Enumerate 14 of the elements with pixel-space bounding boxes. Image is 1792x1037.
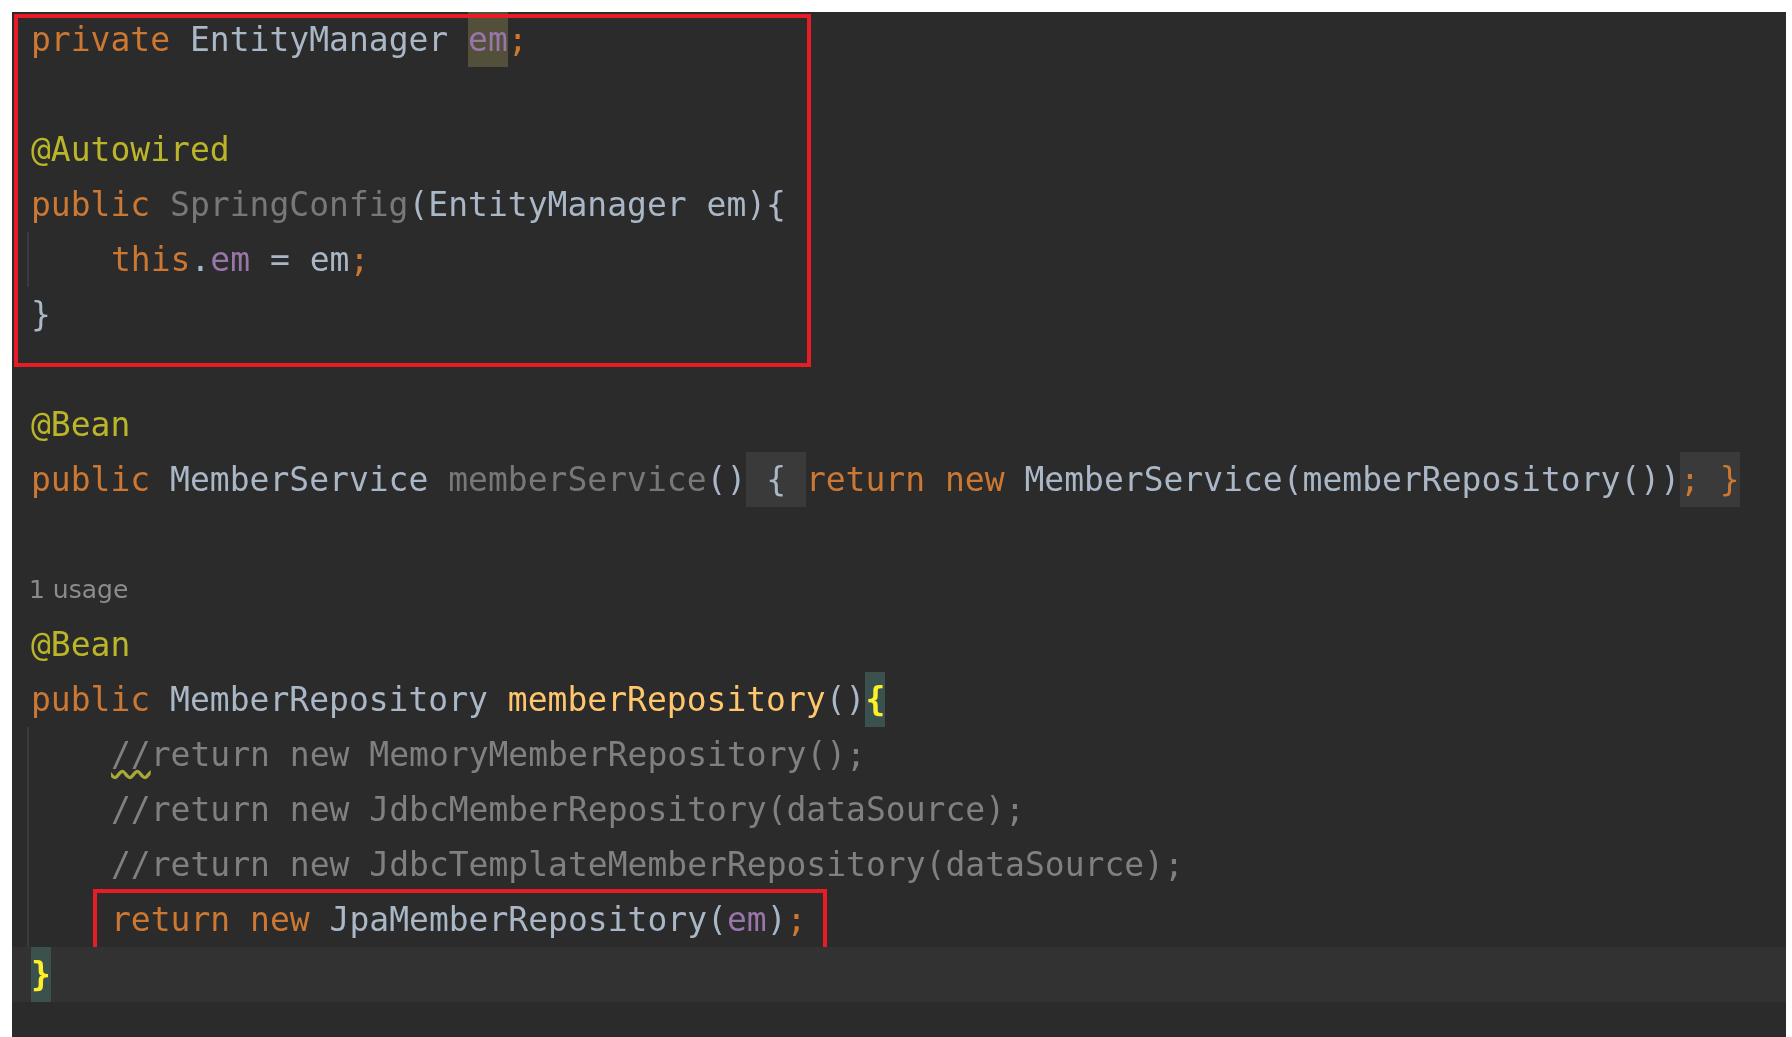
- code-line: public SpringConfig(EntityManager em){: [31, 183, 786, 226]
- code-line: @Autowired: [31, 128, 230, 171]
- code-line: return new JpaMemberRepository(em);: [111, 898, 807, 941]
- code-line: @Bean: [31, 403, 131, 446]
- code-line: //return new JdbcTemplateMemberRepository(dataSource);: [111, 843, 1184, 886]
- code-line: public MemberRepository memberRepository(){: [31, 672, 886, 727]
- usage-hint[interactable]: 1 usage: [29, 570, 129, 609]
- code-line: private EntityManager em;: [31, 12, 528, 67]
- code-line: public MemberService memberService() { return new MemberService(memberRepository()); }: [31, 452, 1740, 507]
- code-line: }: [31, 293, 51, 336]
- code-line: //return new JdbcMemberRepository(dataSource);: [111, 788, 1025, 831]
- code-line: @Bean: [31, 623, 131, 666]
- code-line: //return new MemoryMemberRepository();: [111, 733, 866, 776]
- code-line: this.em = em;: [111, 238, 370, 281]
